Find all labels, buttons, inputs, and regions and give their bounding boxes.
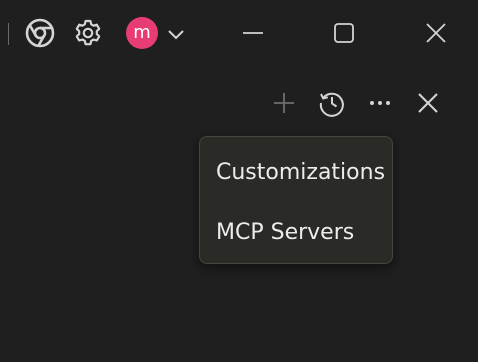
history-icon — [319, 92, 344, 117]
close-icon — [418, 93, 438, 113]
more-options-menu: Customizations MCP Servers — [199, 136, 393, 264]
more-options-button[interactable] — [366, 90, 394, 116]
more-icon — [370, 101, 390, 105]
avatar[interactable]: m — [126, 17, 158, 49]
close-window-button[interactable] — [419, 20, 453, 46]
minimize-icon — [243, 32, 263, 34]
menu-item-customizations[interactable]: Customizations — [216, 155, 385, 191]
close-panel-button[interactable] — [415, 90, 441, 116]
maximize-icon — [334, 23, 354, 43]
titlebar-divider — [8, 23, 9, 45]
new-chat-button[interactable] — [270, 89, 298, 117]
app-window: m Customizations MCP Servers — [0, 0, 478, 362]
menu-item-mcp-servers[interactable]: MCP Servers — [216, 215, 384, 251]
close-icon — [426, 23, 446, 43]
minimize-button[interactable] — [236, 20, 270, 46]
maximize-button[interactable] — [327, 20, 361, 46]
history-button[interactable] — [317, 88, 347, 118]
gear-icon[interactable] — [72, 17, 104, 49]
chrome-icon[interactable] — [24, 17, 56, 49]
plus-icon — [274, 93, 294, 113]
chevron-down-icon[interactable] — [164, 22, 188, 46]
